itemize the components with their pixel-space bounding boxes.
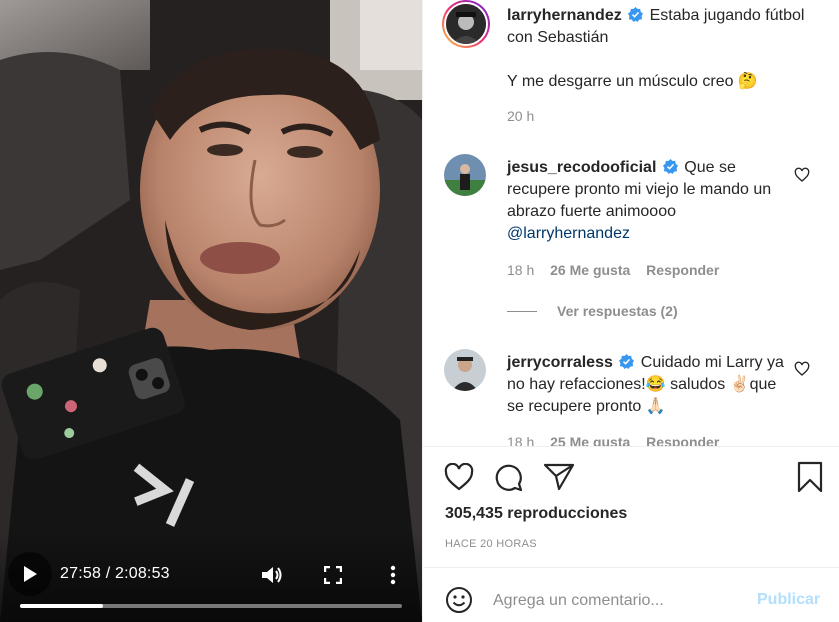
comment-likes[interactable]: 25 Me gusta bbox=[550, 434, 630, 446]
author-avatar-image bbox=[446, 4, 486, 44]
reply-button[interactable]: Responder bbox=[646, 434, 719, 446]
view-replies-button[interactable]: Ver respuestas (2) bbox=[557, 303, 678, 319]
verified-badge-icon bbox=[662, 159, 678, 174]
volume-icon bbox=[262, 567, 282, 583]
author-avatar[interactable] bbox=[444, 2, 488, 46]
verified-badge-icon bbox=[619, 354, 635, 369]
comment-mention-link[interactable]: @larryhernandez bbox=[507, 225, 630, 242]
more-options-button[interactable] bbox=[381, 563, 405, 587]
heart-icon[interactable] bbox=[444, 463, 474, 491]
volume-button[interactable] bbox=[260, 563, 284, 587]
video-frame bbox=[0, 0, 422, 622]
bookmark-icon[interactable] bbox=[796, 461, 824, 493]
comment-like-heart-icon[interactable] bbox=[794, 361, 810, 377]
video-progress-fill bbox=[20, 604, 103, 608]
publish-button[interactable]: Publicar bbox=[757, 591, 820, 609]
commenter-avatar-image bbox=[444, 349, 486, 391]
commenter-avatar-image bbox=[444, 154, 486, 196]
caption-line-2: Y me desgarre un músculo creo 🤔 bbox=[507, 73, 758, 90]
emoji-icon[interactable] bbox=[445, 586, 473, 614]
play-icon bbox=[24, 566, 37, 582]
time-separator: / bbox=[101, 565, 115, 582]
video-duration: 2:08:53 bbox=[114, 565, 170, 582]
more-vertical-icon bbox=[390, 565, 396, 585]
commenter-avatar[interactable] bbox=[444, 154, 486, 196]
comment-body: jesus_recodooficial Que se recupere pron… bbox=[507, 157, 797, 245]
fullscreen-icon bbox=[324, 566, 342, 584]
reply-button[interactable]: Responder bbox=[646, 262, 719, 278]
comment-meta: 18 h 26 Me gusta Responder bbox=[507, 262, 719, 278]
author-username[interactable]: larryhernandez bbox=[507, 7, 622, 24]
comment-username[interactable]: jerrycorraless bbox=[507, 354, 613, 371]
video-timestamp: 27:58 / 2:08:53 bbox=[60, 565, 170, 583]
post-side-panel: larryhernandez Estaba jugando fútbol con… bbox=[422, 0, 839, 622]
current-time: 27:58 bbox=[60, 565, 102, 582]
comment-meta: 18 h 25 Me gusta Responder bbox=[507, 434, 719, 446]
comment-body: jerrycorraless Cuidado mi Larry ya no ha… bbox=[507, 352, 797, 418]
view-count[interactable]: 305,435 reproducciones bbox=[445, 505, 627, 523]
comment-icon[interactable] bbox=[494, 462, 524, 492]
commenter-avatar[interactable] bbox=[444, 349, 486, 391]
comment-time[interactable]: 18 h bbox=[507, 262, 534, 278]
comment-like-heart-icon[interactable] bbox=[794, 167, 810, 183]
video-progress-bar[interactable] bbox=[20, 604, 402, 608]
add-comment-input[interactable] bbox=[493, 590, 743, 612]
play-button[interactable] bbox=[8, 552, 52, 596]
fullscreen-button[interactable] bbox=[321, 563, 345, 587]
comment-username[interactable]: jesus_recodooficial bbox=[507, 159, 656, 176]
share-icon[interactable] bbox=[543, 463, 575, 491]
comment-time[interactable]: 18 h bbox=[507, 434, 534, 446]
comments-section[interactable]: larryhernandez Estaba jugando fútbol con… bbox=[423, 0, 839, 446]
post-timestamp: HACE 20 HORAS bbox=[445, 538, 537, 550]
caption-time[interactable]: 20 h bbox=[507, 108, 534, 124]
replies-divider-line bbox=[507, 311, 537, 312]
video-player[interactable]: 27:58 / 2:08:53 bbox=[0, 0, 422, 622]
composer-divider bbox=[423, 567, 839, 568]
post-caption: larryhernandez Estaba jugando fútbol con… bbox=[507, 5, 817, 49]
comment-likes[interactable]: 26 Me gusta bbox=[550, 262, 630, 278]
verified-badge-icon bbox=[628, 7, 644, 22]
actions-divider bbox=[423, 446, 839, 447]
